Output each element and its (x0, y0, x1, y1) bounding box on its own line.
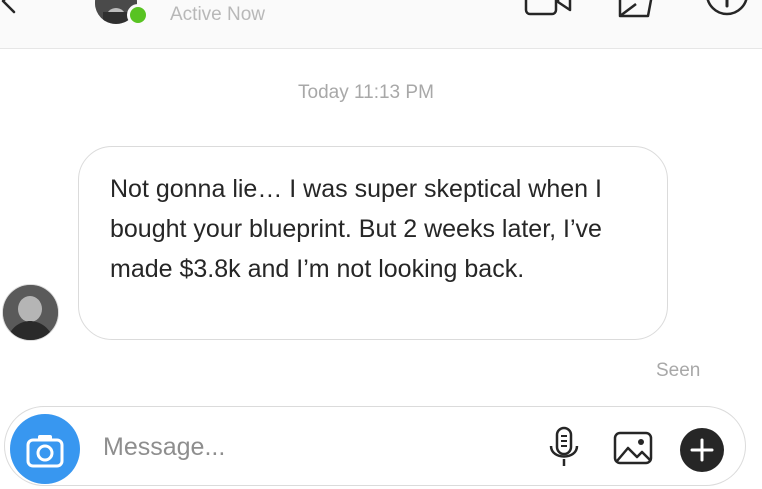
microphone-icon[interactable] (546, 424, 582, 466)
message-text: Not gonna lie… I was super skeptical whe… (110, 175, 602, 283)
image-icon[interactable] (612, 428, 654, 466)
message-input[interactable] (103, 430, 523, 464)
timestamp-label: Today 11:13 PM (298, 82, 434, 103)
chat-header: Active Now (0, 0, 762, 49)
sender-avatar[interactable] (2, 284, 59, 341)
camera-button[interactable] (10, 414, 80, 484)
message-bubble[interactable]: Not gonna lie… I was super skeptical whe… (78, 146, 668, 340)
camera-icon (26, 435, 64, 468)
info-icon[interactable] (704, 0, 750, 24)
read-receipt: Seen (656, 360, 701, 381)
add-button[interactable] (680, 428, 724, 472)
plus-icon (690, 438, 714, 462)
online-indicator (127, 4, 149, 26)
video-call-icon[interactable] (524, 0, 574, 20)
active-status: Active Now (170, 4, 266, 25)
direct-message-icon[interactable] (612, 0, 658, 22)
back-chevron-icon[interactable] (0, 0, 24, 16)
